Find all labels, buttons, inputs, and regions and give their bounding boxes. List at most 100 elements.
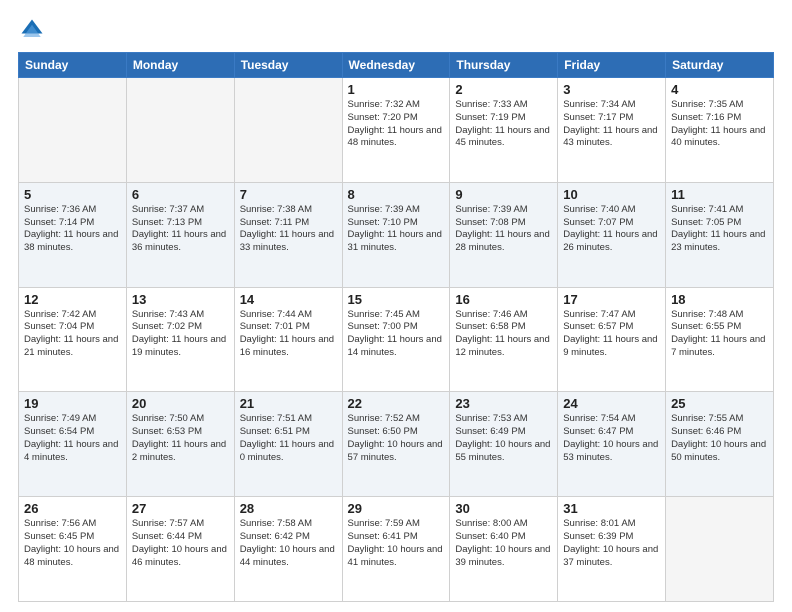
calendar-week-row: 19Sunrise: 7:49 AM Sunset: 6:54 PM Dayli… bbox=[19, 392, 774, 497]
calendar-day-cell: 5 Sunrise: 7:36 AM Sunset: 7:14 PM Daylig… bbox=[19, 182, 127, 287]
calendar-day-cell: 24 Sunrise: 7:54 AM Sunset: 6:47 PM Dayli… bbox=[558, 392, 666, 497]
day-number: 12 bbox=[24, 292, 121, 307]
day-info: Sunrise: 7:34 AM Sunset: 7:17 PM Dayligh… bbox=[563, 99, 660, 150]
calendar-day-cell: 27 Sunrise: 7:57 AM Sunset: 6:44 PM Dayli… bbox=[126, 497, 234, 602]
calendar-day-cell: 31 Sunrise: 8:01 AM Sunset: 6:39 PM Dayli… bbox=[558, 497, 666, 602]
day-number: 10 bbox=[563, 187, 660, 202]
day-number: 30 bbox=[455, 501, 552, 516]
day-number: 11 bbox=[671, 187, 768, 202]
calendar-day-cell: 12Sunrise: 7:42 AM Sunset: 7:04 PM Dayli… bbox=[19, 287, 127, 392]
calendar-day-cell: 21 Sunrise: 7:51 AM Sunset: 6:51 PM Dayli… bbox=[234, 392, 342, 497]
day-number: 13 bbox=[132, 292, 229, 307]
calendar-day-cell bbox=[234, 78, 342, 183]
calendar-day-cell: 6 Sunrise: 7:37 AM Sunset: 7:13 PM Daylig… bbox=[126, 182, 234, 287]
calendar-day-header: Sunday bbox=[19, 53, 127, 78]
day-info: Sunrise: 7:35 AM Sunset: 7:16 PM Dayligh… bbox=[671, 99, 768, 150]
day-info: Sunrise: 7:39 AM Sunset: 7:08 PM Dayligh… bbox=[455, 204, 552, 255]
calendar-day-cell bbox=[666, 497, 774, 602]
calendar-day-cell: 8 Sunrise: 7:39 AM Sunset: 7:10 PM Daylig… bbox=[342, 182, 450, 287]
calendar-day-cell: 3 Sunrise: 7:34 AM Sunset: 7:17 PM Daylig… bbox=[558, 78, 666, 183]
day-info: Sunrise: 7:51 AM Sunset: 6:51 PM Dayligh… bbox=[240, 413, 337, 464]
day-number: 7 bbox=[240, 187, 337, 202]
day-number: 2 bbox=[455, 82, 552, 97]
calendar-day-cell: 30Sunrise: 8:00 AM Sunset: 6:40 PM Dayli… bbox=[450, 497, 558, 602]
day-info: Sunrise: 7:59 AM Sunset: 6:41 PM Dayligh… bbox=[348, 518, 445, 569]
day-info: Sunrise: 7:45 AM Sunset: 7:00 PM Dayligh… bbox=[348, 309, 445, 360]
day-info: Sunrise: 7:47 AM Sunset: 6:57 PM Dayligh… bbox=[563, 309, 660, 360]
day-info: Sunrise: 7:43 AM Sunset: 7:02 PM Dayligh… bbox=[132, 309, 229, 360]
calendar-day-cell: 19Sunrise: 7:49 AM Sunset: 6:54 PM Dayli… bbox=[19, 392, 127, 497]
logo bbox=[18, 16, 50, 44]
calendar-day-cell bbox=[126, 78, 234, 183]
day-number: 17 bbox=[563, 292, 660, 307]
calendar-day-cell: 11Sunrise: 7:41 AM Sunset: 7:05 PM Dayli… bbox=[666, 182, 774, 287]
day-number: 27 bbox=[132, 501, 229, 516]
day-info: Sunrise: 7:50 AM Sunset: 6:53 PM Dayligh… bbox=[132, 413, 229, 464]
day-info: Sunrise: 7:33 AM Sunset: 7:19 PM Dayligh… bbox=[455, 99, 552, 150]
day-number: 3 bbox=[563, 82, 660, 97]
calendar-day-cell: 17 Sunrise: 7:47 AM Sunset: 6:57 PM Dayli… bbox=[558, 287, 666, 392]
calendar-day-header: Wednesday bbox=[342, 53, 450, 78]
day-number: 9 bbox=[455, 187, 552, 202]
day-number: 15 bbox=[348, 292, 445, 307]
calendar-table: SundayMondayTuesdayWednesdayThursdayFrid… bbox=[18, 52, 774, 602]
day-number: 24 bbox=[563, 396, 660, 411]
calendar-day-cell: 1Sunrise: 7:32 AM Sunset: 7:20 PM Daylig… bbox=[342, 78, 450, 183]
day-number: 6 bbox=[132, 187, 229, 202]
day-number: 23 bbox=[455, 396, 552, 411]
calendar-day-cell: 28 Sunrise: 7:58 AM Sunset: 6:42 PM Dayli… bbox=[234, 497, 342, 602]
day-number: 28 bbox=[240, 501, 337, 516]
day-number: 29 bbox=[348, 501, 445, 516]
day-info: Sunrise: 7:48 AM Sunset: 6:55 PM Dayligh… bbox=[671, 309, 768, 360]
day-info: Sunrise: 7:56 AM Sunset: 6:45 PM Dayligh… bbox=[24, 518, 121, 569]
logo-icon bbox=[18, 16, 46, 44]
calendar-day-cell: 23Sunrise: 7:53 AM Sunset: 6:49 PM Dayli… bbox=[450, 392, 558, 497]
day-info: Sunrise: 7:36 AM Sunset: 7:14 PM Dayligh… bbox=[24, 204, 121, 255]
day-info: Sunrise: 7:37 AM Sunset: 7:13 PM Dayligh… bbox=[132, 204, 229, 255]
day-info: Sunrise: 8:01 AM Sunset: 6:39 PM Dayligh… bbox=[563, 518, 660, 569]
calendar-day-header: Saturday bbox=[666, 53, 774, 78]
calendar-day-cell: 2 Sunrise: 7:33 AM Sunset: 7:19 PM Daylig… bbox=[450, 78, 558, 183]
day-number: 20 bbox=[132, 396, 229, 411]
calendar-day-cell: 25Sunrise: 7:55 AM Sunset: 6:46 PM Dayli… bbox=[666, 392, 774, 497]
day-number: 4 bbox=[671, 82, 768, 97]
calendar-day-cell bbox=[19, 78, 127, 183]
day-number: 14 bbox=[240, 292, 337, 307]
calendar-day-cell: 18Sunrise: 7:48 AM Sunset: 6:55 PM Dayli… bbox=[666, 287, 774, 392]
day-info: Sunrise: 7:58 AM Sunset: 6:42 PM Dayligh… bbox=[240, 518, 337, 569]
calendar-day-cell: 26 Sunrise: 7:56 AM Sunset: 6:45 PM Dayli… bbox=[19, 497, 127, 602]
day-info: Sunrise: 7:49 AM Sunset: 6:54 PM Dayligh… bbox=[24, 413, 121, 464]
day-number: 8 bbox=[348, 187, 445, 202]
day-info: Sunrise: 7:57 AM Sunset: 6:44 PM Dayligh… bbox=[132, 518, 229, 569]
day-info: Sunrise: 7:39 AM Sunset: 7:10 PM Dayligh… bbox=[348, 204, 445, 255]
calendar-day-cell: 4 Sunrise: 7:35 AM Sunset: 7:16 PM Daylig… bbox=[666, 78, 774, 183]
day-info: Sunrise: 7:46 AM Sunset: 6:58 PM Dayligh… bbox=[455, 309, 552, 360]
day-number: 26 bbox=[24, 501, 121, 516]
calendar-week-row: 5 Sunrise: 7:36 AM Sunset: 7:14 PM Daylig… bbox=[19, 182, 774, 287]
day-number: 31 bbox=[563, 501, 660, 516]
calendar-day-header: Monday bbox=[126, 53, 234, 78]
calendar-week-row: 12Sunrise: 7:42 AM Sunset: 7:04 PM Dayli… bbox=[19, 287, 774, 392]
calendar-day-cell: 15 Sunrise: 7:45 AM Sunset: 7:00 PM Dayli… bbox=[342, 287, 450, 392]
calendar-day-cell: 14Sunrise: 7:44 AM Sunset: 7:01 PM Dayli… bbox=[234, 287, 342, 392]
calendar-day-cell: 22 Sunrise: 7:52 AM Sunset: 6:50 PM Dayli… bbox=[342, 392, 450, 497]
calendar-day-cell: 7 Sunrise: 7:38 AM Sunset: 7:11 PM Daylig… bbox=[234, 182, 342, 287]
calendar-day-cell: 29 Sunrise: 7:59 AM Sunset: 6:41 PM Dayli… bbox=[342, 497, 450, 602]
calendar-week-row: 26 Sunrise: 7:56 AM Sunset: 6:45 PM Dayli… bbox=[19, 497, 774, 602]
calendar-day-cell: 10 Sunrise: 7:40 AM Sunset: 7:07 PM Dayli… bbox=[558, 182, 666, 287]
calendar-day-header: Thursday bbox=[450, 53, 558, 78]
day-number: 5 bbox=[24, 187, 121, 202]
header bbox=[18, 16, 774, 44]
calendar-header-row: SundayMondayTuesdayWednesdayThursdayFrid… bbox=[19, 53, 774, 78]
day-info: Sunrise: 7:52 AM Sunset: 6:50 PM Dayligh… bbox=[348, 413, 445, 464]
day-info: Sunrise: 7:54 AM Sunset: 6:47 PM Dayligh… bbox=[563, 413, 660, 464]
day-number: 25 bbox=[671, 396, 768, 411]
calendar-day-header: Tuesday bbox=[234, 53, 342, 78]
day-number: 16 bbox=[455, 292, 552, 307]
day-info: Sunrise: 7:38 AM Sunset: 7:11 PM Dayligh… bbox=[240, 204, 337, 255]
calendar-day-header: Friday bbox=[558, 53, 666, 78]
day-info: Sunrise: 7:40 AM Sunset: 7:07 PM Dayligh… bbox=[563, 204, 660, 255]
calendar-day-cell: 16 Sunrise: 7:46 AM Sunset: 6:58 PM Dayli… bbox=[450, 287, 558, 392]
day-number: 21 bbox=[240, 396, 337, 411]
day-number: 22 bbox=[348, 396, 445, 411]
